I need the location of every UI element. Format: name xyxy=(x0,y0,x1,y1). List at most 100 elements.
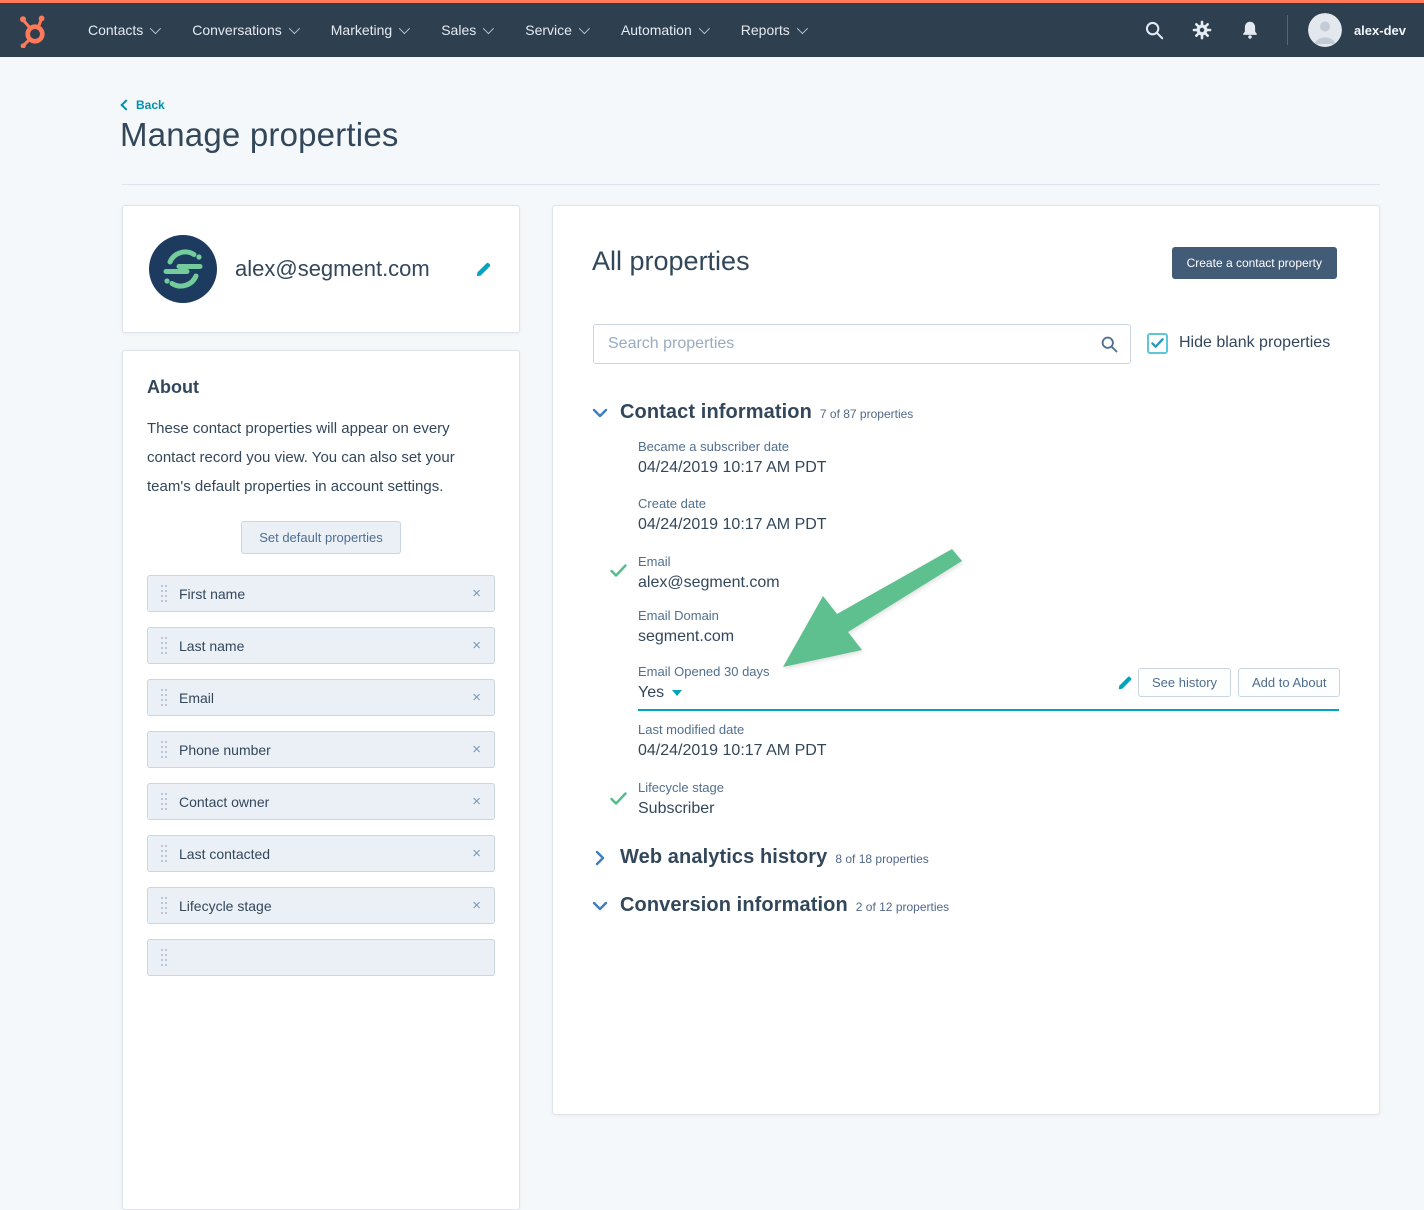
section-count: 8 of 18 properties xyxy=(835,852,928,866)
chevron-down-icon[interactable] xyxy=(592,900,608,912)
checkmark-icon xyxy=(1151,338,1164,349)
chevron-down-icon[interactable] xyxy=(592,407,608,419)
add-to-about-button[interactable]: Add to About xyxy=(1238,668,1340,697)
default-property-list: First name × Last name × Email × Phone n… xyxy=(147,575,495,976)
property-name: Lifecycle stage xyxy=(179,898,472,914)
nav-divider xyxy=(1287,15,1288,45)
remove-icon[interactable]: × xyxy=(472,586,481,601)
see-history-button[interactable]: See history xyxy=(1138,668,1231,697)
hide-blank-label[interactable]: Hide blank properties xyxy=(1179,334,1330,352)
property-name: Last contacted xyxy=(179,846,472,862)
drag-handle-icon[interactable] xyxy=(161,949,167,966)
property-label: Create date xyxy=(638,496,827,511)
chevron-left-icon xyxy=(120,99,131,110)
list-item-last-contacted[interactable]: Last contacted × xyxy=(147,835,495,872)
property-email: Email alex@segment.com xyxy=(638,554,780,592)
property-label: Email xyxy=(638,554,780,569)
chevron-down-icon xyxy=(289,23,300,34)
property-name: Email xyxy=(179,690,472,706)
property-email-domain: Email Domain segment.com xyxy=(638,608,734,646)
nav-item-automation[interactable]: Automation xyxy=(621,22,707,38)
account-name[interactable]: alex-dev xyxy=(1354,23,1406,38)
drag-handle-icon[interactable] xyxy=(161,793,167,810)
chevron-down-icon xyxy=(797,23,808,34)
section-count: 2 of 12 properties xyxy=(856,900,949,914)
drag-handle-icon[interactable] xyxy=(161,637,167,654)
hide-blank-checkbox[interactable] xyxy=(1147,333,1168,354)
drag-handle-icon[interactable] xyxy=(161,585,167,602)
property-became-subscriber-date: Became a subscriber date 04/24/2019 10:1… xyxy=(638,439,827,477)
list-item-partial[interactable] xyxy=(147,939,495,976)
back-label: Back xyxy=(136,98,165,112)
edit-pencil-icon[interactable] xyxy=(475,260,493,278)
property-value: 04/24/2019 10:17 AM PDT xyxy=(638,459,827,477)
about-card: About These contact properties will appe… xyxy=(122,350,520,1210)
contact-profile-card: alex@segment.com xyxy=(122,205,520,333)
active-row-underline xyxy=(638,709,1339,711)
remove-icon[interactable]: × xyxy=(472,638,481,653)
nav-item-label: Reports xyxy=(741,22,790,38)
remove-icon[interactable]: × xyxy=(472,898,481,913)
nav-item-marketing[interactable]: Marketing xyxy=(331,22,407,38)
property-label: Lifecycle stage xyxy=(638,780,724,795)
list-item-lifecycle-stage[interactable]: Lifecycle stage × xyxy=(147,887,495,924)
about-description: These contact properties will appear on … xyxy=(147,414,495,501)
property-create-date: Create date 04/24/2019 10:17 AM PDT xyxy=(638,496,827,534)
hubspot-logo-icon[interactable] xyxy=(16,12,50,48)
nav-item-label: Sales xyxy=(441,22,476,38)
list-item-last-name[interactable]: Last name × xyxy=(147,627,495,664)
property-last-modified-date: Last modified date 04/24/2019 10:17 AM P… xyxy=(638,722,827,760)
nav-item-sales[interactable]: Sales xyxy=(441,22,491,38)
nav-item-service[interactable]: Service xyxy=(525,22,587,38)
section-title: Conversion information xyxy=(620,894,848,917)
property-email-opened-30-days: Email Opened 30 days Yes xyxy=(638,664,770,702)
all-properties-heading: All properties xyxy=(592,246,750,277)
drag-handle-icon[interactable] xyxy=(161,845,167,862)
header-divider xyxy=(122,184,1380,185)
nav-item-reports[interactable]: Reports xyxy=(741,22,805,38)
list-item-first-name[interactable]: First name × xyxy=(147,575,495,612)
drag-handle-icon[interactable] xyxy=(161,689,167,706)
checkmark-icon xyxy=(610,792,627,805)
property-value[interactable]: Yes xyxy=(638,684,664,702)
property-label: Last modified date xyxy=(638,722,827,737)
remove-icon[interactable]: × xyxy=(472,794,481,809)
drag-handle-icon[interactable] xyxy=(161,897,167,914)
search-icon[interactable] xyxy=(1099,334,1119,354)
property-value: 04/24/2019 10:17 AM PDT xyxy=(638,516,827,534)
nav-utilities: alex-dev xyxy=(1117,13,1406,47)
property-value: 04/24/2019 10:17 AM PDT xyxy=(638,742,827,760)
remove-icon[interactable]: × xyxy=(472,742,481,757)
set-default-properties-button[interactable]: Set default properties xyxy=(241,521,401,554)
nav-item-label: Marketing xyxy=(331,22,392,38)
section-conversion-information[interactable]: Conversion information 2 of 12 propertie… xyxy=(592,894,949,917)
remove-icon[interactable]: × xyxy=(472,690,481,705)
list-item-contact-owner[interactable]: Contact owner × xyxy=(147,783,495,820)
user-avatar[interactable] xyxy=(1308,13,1342,47)
chevron-down-icon xyxy=(399,23,410,34)
dropdown-caret-icon[interactable] xyxy=(672,690,682,696)
gear-icon[interactable] xyxy=(1191,19,1213,41)
edit-pencil-icon[interactable] xyxy=(1117,674,1134,691)
property-value: Subscriber xyxy=(638,800,724,818)
section-contact-information[interactable]: Contact information 7 of 87 properties xyxy=(592,401,913,424)
notifications-bell-icon[interactable] xyxy=(1239,19,1261,41)
nav-item-conversations[interactable]: Conversations xyxy=(192,22,297,38)
section-web-analytics-history[interactable]: Web analytics history 8 of 18 properties xyxy=(592,846,929,869)
remove-icon[interactable]: × xyxy=(472,846,481,861)
property-lifecycle-stage: Lifecycle stage Subscriber xyxy=(638,780,724,818)
search-properties-field xyxy=(593,324,1131,364)
chevron-right-icon[interactable] xyxy=(594,850,606,866)
list-item-phone-number[interactable]: Phone number × xyxy=(147,731,495,768)
create-contact-property-button[interactable]: Create a contact property xyxy=(1172,247,1337,279)
checkmark-icon xyxy=(610,564,627,577)
about-heading: About xyxy=(147,377,495,398)
list-item-email[interactable]: Email × xyxy=(147,679,495,716)
property-label: Email Opened 30 days xyxy=(638,664,770,679)
search-input[interactable] xyxy=(593,324,1131,364)
search-icon[interactable] xyxy=(1143,19,1165,41)
back-link[interactable]: Back xyxy=(122,98,165,112)
property-name: Phone number xyxy=(179,742,472,758)
drag-handle-icon[interactable] xyxy=(161,741,167,758)
nav-item-contacts[interactable]: Contacts xyxy=(88,22,158,38)
